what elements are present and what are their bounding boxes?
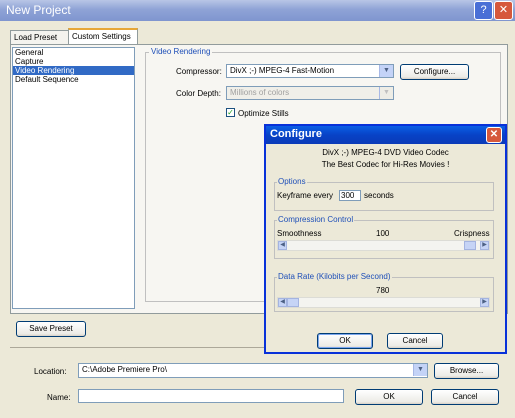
chevron-down-icon[interactable]: ▼ [413, 364, 427, 376]
compression-slider[interactable]: ◀ ▶ [277, 240, 490, 251]
browse-button[interactable]: Browse... [434, 363, 499, 379]
configure-dialog-title: Configure [270, 128, 322, 140]
data-rate-slider[interactable]: ◀ ▶ [277, 297, 490, 308]
compression-value: 100 [376, 229, 390, 238]
data-rate-group-label: Data Rate (Kilobits per Second) [277, 272, 392, 281]
configure-button[interactable]: Configure... [400, 64, 469, 80]
sidebar-item-video-rendering[interactable]: Video Rendering [13, 66, 134, 75]
window-title: New Project [6, 3, 71, 17]
name-field[interactable] [78, 389, 344, 403]
smoothness-label: Smoothness [277, 229, 322, 238]
chevron-down-icon[interactable]: ▼ [379, 65, 393, 77]
location-select[interactable]: C:\Adobe Premiere Pro\ ▼ [78, 363, 428, 378]
scroll-right-icon[interactable]: ▶ [480, 241, 489, 250]
help-icon[interactable]: ? [474, 1, 493, 20]
tab-label: Custom Settings [72, 32, 131, 41]
scroll-right-icon[interactable]: ▶ [480, 298, 489, 307]
tab-label: Load Preset [14, 33, 58, 42]
tab-custom-settings[interactable]: Custom Settings [68, 28, 138, 45]
configure-dialog: Configure ✕ DivX ;-) MPEG-4 DVD Video Co… [264, 124, 507, 354]
video-rendering-group-label: Video Rendering [149, 47, 213, 56]
title-bar: New Project ? ✕ [0, 0, 515, 21]
compressor-value: DivX ;-) MPEG-4 Fast-Motion [230, 66, 335, 75]
sidebar-item-general[interactable]: General [13, 48, 134, 57]
location-value: C:\Adobe Premiere Pro\ [82, 365, 167, 374]
optimize-stills-checkbox[interactable]: ✓ [226, 108, 235, 117]
cancel-button[interactable]: Cancel [431, 389, 499, 405]
crispness-label: Crispness [454, 229, 490, 238]
data-rate-value: 780 [376, 286, 390, 295]
tab-load-preset[interactable]: Load Preset [10, 30, 70, 44]
codec-tagline: The Best Codec for Hi-Res Movies ! [321, 160, 450, 169]
settings-category-list[interactable]: General Capture Video Rendering Default … [12, 47, 135, 309]
chevron-down-icon: ▼ [379, 87, 393, 99]
color-depth-label: Color Depth: [176, 89, 221, 98]
sidebar-item-capture[interactable]: Capture [13, 57, 134, 66]
data-rate-slider-thumb[interactable] [287, 298, 299, 307]
optimize-stills-label: Optimize Stills [238, 109, 289, 118]
keyframe-input[interactable]: 300 [339, 190, 361, 201]
close-icon[interactable]: ✕ [486, 127, 502, 143]
save-preset-button[interactable]: Save Preset [16, 321, 86, 337]
codec-name: DivX ;-) MPEG-4 DVD Video Codec [322, 148, 449, 157]
configure-dialog-title-bar: Configure ✕ [266, 126, 505, 144]
keyframe-label: Keyframe every [277, 191, 334, 200]
compression-slider-thumb[interactable] [464, 241, 477, 250]
scroll-left-icon[interactable]: ◀ [278, 298, 287, 307]
scroll-left-icon[interactable]: ◀ [278, 241, 287, 250]
configure-ok-button[interactable]: OK [317, 333, 373, 349]
compression-control-group-label: Compression Control [277, 215, 355, 224]
options-group-label: Options [277, 177, 307, 186]
ok-button[interactable]: OK [355, 389, 423, 405]
compressor-select[interactable]: DivX ;-) MPEG-4 Fast-Motion ▼ [226, 64, 394, 78]
compressor-label: Compressor: [176, 67, 222, 76]
color-depth-value: Millions of colors [230, 88, 290, 97]
color-depth-select: Millions of colors ▼ [226, 86, 394, 100]
location-label: Location: [34, 367, 67, 376]
sidebar-item-default-sequence[interactable]: Default Sequence [13, 75, 134, 84]
configure-cancel-button[interactable]: Cancel [387, 333, 443, 349]
keyframe-unit: seconds [364, 191, 394, 200]
close-icon[interactable]: ✕ [494, 1, 513, 20]
name-label: Name: [47, 393, 71, 402]
